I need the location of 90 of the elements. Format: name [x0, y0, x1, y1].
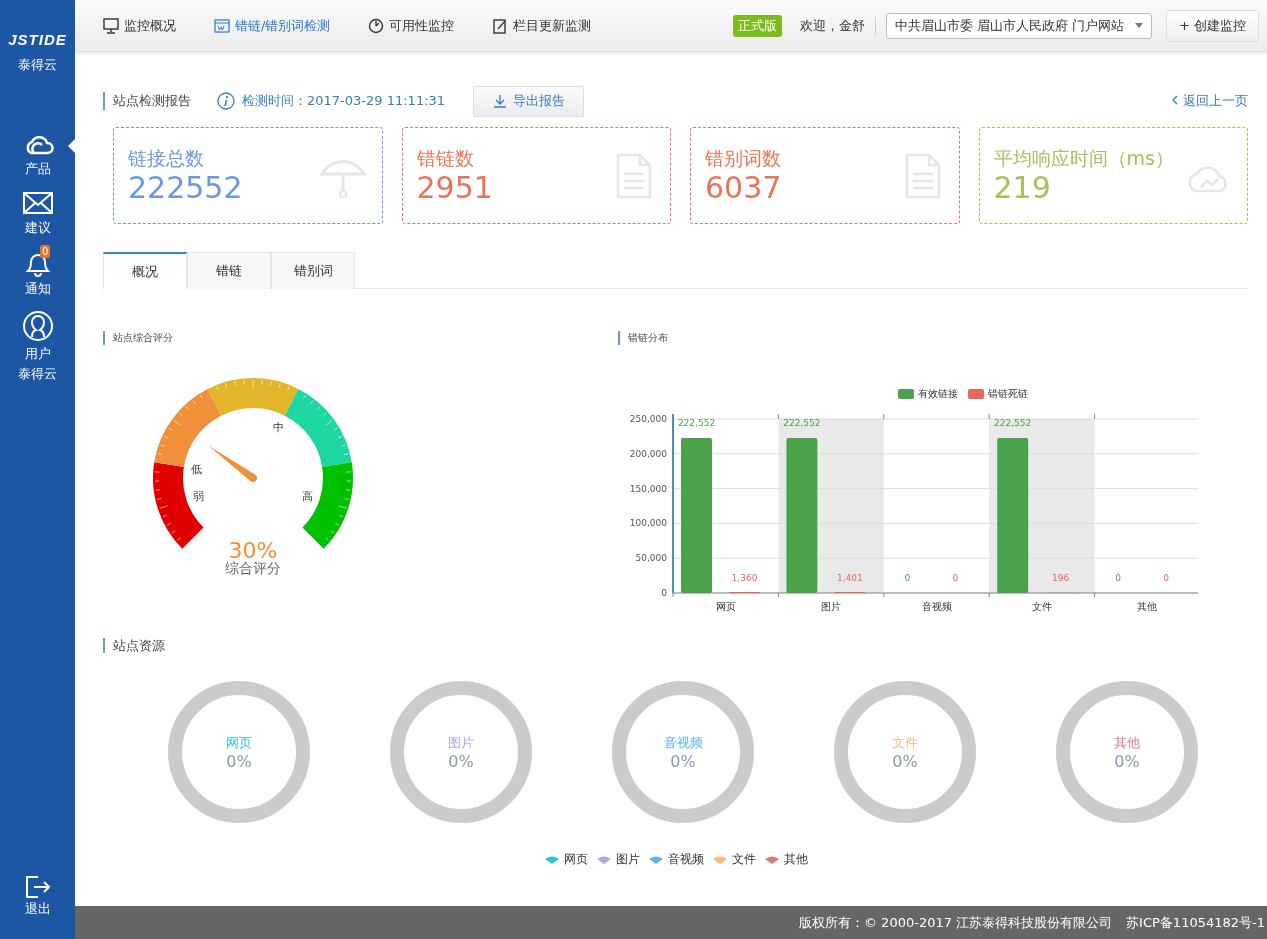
icp-number: 苏ICP备11054182号-1	[1126, 913, 1265, 932]
donut-label: 其他	[1114, 733, 1140, 752]
axis-category-label: 网页	[715, 601, 736, 612]
stat-value: 2951	[416, 169, 493, 206]
legend-label: 其他	[783, 851, 808, 868]
donut-value: 0%	[670, 751, 696, 771]
nav-tab[interactable]: 监控概况	[103, 16, 176, 35]
legend-label: 错链死链	[988, 387, 1028, 401]
logout-button[interactable]: 退出	[17, 873, 58, 919]
stat-label: 错链数	[416, 145, 475, 170]
sidebar-item[interactable]: 通知 0	[0, 247, 75, 300]
legend-label: 有效链接	[918, 387, 958, 401]
donut-value: 0%	[448, 751, 474, 771]
back-link[interactable]: 返回上一页	[1171, 92, 1248, 110]
nav-tab[interactable]: 错链/错别词检测	[214, 16, 331, 35]
scale-label: 弱	[193, 489, 205, 503]
axis-tick-label: 0	[661, 588, 667, 598]
bar-value-label: 222,552	[677, 418, 716, 428]
axis-tick-label: 150,000	[629, 483, 667, 494]
window-icon	[214, 17, 230, 34]
donut-label: 网页	[226, 733, 252, 752]
logout-icon	[23, 874, 52, 900]
caret-icon	[1134, 23, 1143, 28]
stat-value: 222552	[128, 169, 243, 206]
bar-value-label: 1,360	[731, 573, 758, 583]
bar-value-label: 0	[1115, 573, 1121, 583]
axis-tick-label: 250,000	[629, 414, 667, 424]
donut-label: 图片	[448, 733, 474, 752]
sidebar-item[interactable]: 建议	[0, 188, 75, 239]
legend-label: 音视频	[667, 851, 704, 868]
stat-label: 链接总数	[128, 145, 205, 170]
create-monitor-button[interactable]: + 创建监控	[1165, 9, 1259, 42]
axis-category-label: 其他	[1137, 601, 1158, 612]
section-title: 站点检测报告	[103, 92, 191, 110]
notification-badge: 0	[40, 245, 51, 258]
brand-name: 泰得云	[18, 56, 57, 74]
section-title: 站点资源	[103, 638, 165, 653]
download-icon	[492, 94, 507, 108]
axis-category-label: 图片	[821, 601, 842, 612]
stat-value: 6037	[705, 169, 782, 206]
bar-value-label: 0	[952, 573, 959, 583]
edition-badge: 正式版	[732, 14, 782, 37]
welcome-text: 欢迎，金舒	[799, 16, 876, 35]
site-select[interactable]: 中共眉山市委 眉山市人民政府 门户网站	[885, 12, 1152, 39]
bar-value-label: 222,552	[994, 418, 1032, 428]
section-title: 站点综合评分	[103, 331, 618, 345]
scale-label: 中	[273, 421, 285, 435]
stat-label: 错别词数	[705, 145, 782, 170]
sidebar-item[interactable]: 用户	[0, 308, 75, 365]
score-caption: 综合评分	[225, 560, 281, 576]
user-icon	[21, 310, 54, 342]
chevron-left-icon	[1171, 95, 1179, 105]
bar-value-label: 1,401	[837, 573, 863, 583]
tab[interactable]: 概况	[103, 252, 187, 289]
scale-label: 低	[191, 463, 203, 477]
axis-tick-label: 50,000	[635, 553, 667, 564]
donut-value: 0%	[892, 751, 918, 771]
donut-label: 音视频	[663, 733, 703, 752]
info-icon	[217, 92, 235, 110]
legend-label: 图片	[615, 851, 640, 868]
axis-category-label: 音视频	[921, 601, 952, 612]
bar-value-label: 0	[904, 573, 911, 583]
check-time: 检测时间：2017-03-29 11:11:31	[242, 92, 446, 110]
copyright-text: 版权所有：© 2000-2017 江苏泰得科技股份有限公司	[799, 913, 1113, 932]
sidebar-item[interactable]: 产品	[0, 129, 75, 180]
nav-tab[interactable]: 栏目更新监测	[492, 16, 592, 35]
section-title: 错链分布	[618, 331, 1248, 345]
stat-value: 219	[993, 169, 1052, 206]
donut-value: 0%	[1114, 751, 1140, 771]
legend-label: 网页	[563, 851, 588, 868]
legend-label: 文件	[731, 851, 756, 868]
donut-value: 0%	[226, 751, 252, 771]
brand-name: 泰得云	[18, 365, 57, 383]
tab[interactable]: 错链	[187, 252, 271, 289]
export-button[interactable]: 导出报告	[473, 85, 585, 117]
axis-tick-label: 200,000	[629, 448, 667, 459]
bar-value-label: 196	[1052, 573, 1070, 583]
logo: JSTIDE	[8, 31, 67, 48]
bar-value-label: 0	[1163, 573, 1169, 583]
donut-label: 文件	[892, 733, 918, 752]
envelope-icon	[21, 190, 54, 216]
monitor-icon	[103, 17, 119, 34]
axis-category-label: 文件	[1031, 601, 1052, 612]
note-icon	[492, 17, 509, 34]
tab[interactable]: 错别词	[271, 252, 355, 289]
nav-tab[interactable]: 可用性监控	[368, 16, 455, 35]
stat-label: 平均响应时间（ms）	[993, 145, 1174, 170]
scale-label: 高	[301, 489, 313, 503]
bar-value-label: 222,552	[783, 418, 821, 428]
axis-tick-label: 100,000	[629, 518, 667, 529]
